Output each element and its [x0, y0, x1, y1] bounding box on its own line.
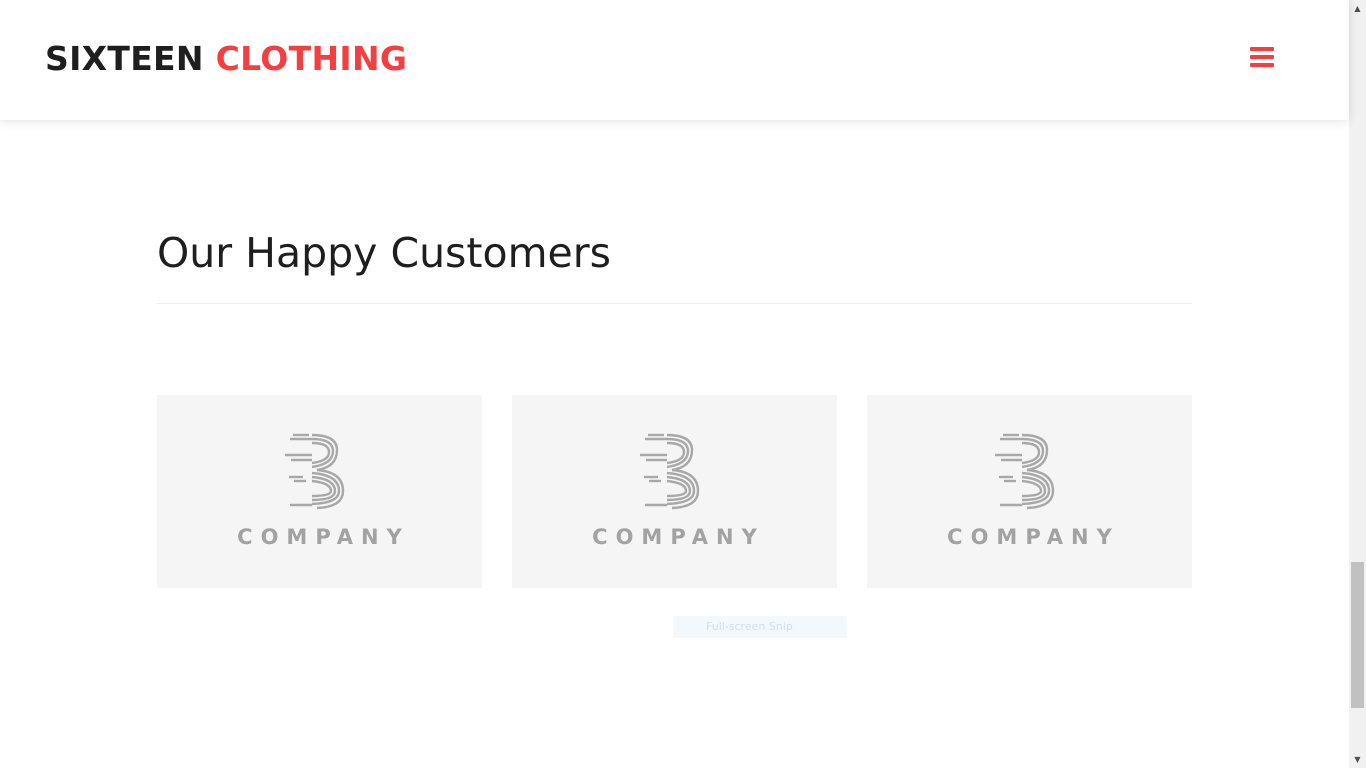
page-scrollbar[interactable]: ▲ ▼ [1349, 0, 1366, 768]
hamburger-bar [1250, 47, 1274, 51]
client-logo-card: COMPANY [867, 395, 1192, 588]
brand-name-accent: CLOTHING [215, 39, 408, 78]
navbar: SIXTEEN CLOTHING [0, 0, 1349, 120]
client-logo-card: COMPANY [512, 395, 837, 588]
company-b-logo-icon [640, 433, 700, 510]
hamburger-bar [1250, 55, 1274, 59]
page: SIXTEEN CLOTHING Our Happy Customers COM… [0, 0, 1349, 768]
full-screen-snip-tooltip: Full-screen Snip [673, 616, 847, 638]
section-title: Our Happy Customers [157, 229, 611, 277]
scroll-down-arrow-icon[interactable]: ▼ [1349, 751, 1366, 768]
company-b-logo-icon [285, 433, 345, 510]
company-logo-text: COMPANY [592, 525, 765, 549]
scrollbar-thumb[interactable] [1351, 562, 1364, 708]
company-b-logo-icon [995, 433, 1055, 510]
brand-logo[interactable]: SIXTEEN CLOTHING [45, 37, 407, 81]
company-logo-text: COMPANY [237, 525, 410, 549]
hamburger-bar [1250, 63, 1274, 67]
company-logo-text: COMPANY [947, 525, 1120, 549]
hamburger-menu-icon[interactable] [1250, 47, 1274, 69]
brand-name-primary: SIXTEEN [45, 39, 204, 78]
section-divider [157, 303, 1192, 304]
scroll-up-arrow-icon[interactable]: ▲ [1349, 0, 1366, 17]
client-logo-card: COMPANY [157, 395, 482, 588]
